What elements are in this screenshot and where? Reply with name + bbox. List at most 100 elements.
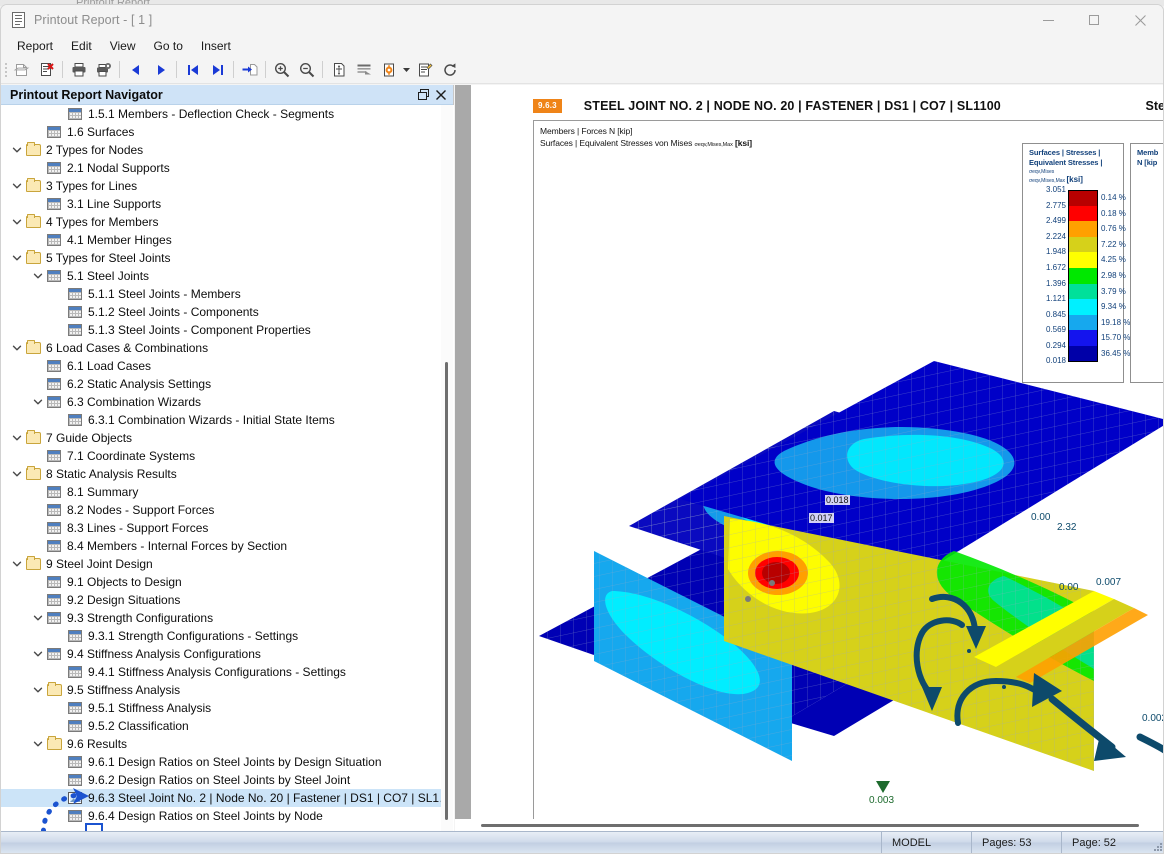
menu-report[interactable]: Report [8, 37, 62, 55]
tree-item[interactable]: 5 Types for Steel Joints [1, 249, 441, 267]
expander-open-icon[interactable] [9, 141, 25, 159]
print-icon[interactable] [66, 58, 91, 82]
zoom-out-icon[interactable] [294, 58, 319, 82]
tree-item[interactable]: 9.4 Stiffness Analysis Configurations [1, 645, 441, 663]
expander-open-icon[interactable] [9, 249, 25, 267]
navigator-close-button[interactable] [432, 87, 449, 103]
menu-view[interactable]: View [101, 37, 145, 55]
report-horizontal-scrollbar[interactable] [455, 819, 1163, 831]
report-horizontal-scrollbar-thumb[interactable] [481, 824, 1139, 827]
edit-report-icon[interactable] [412, 58, 437, 82]
navigator-scrollbar[interactable] [441, 105, 453, 837]
fit-page-icon[interactable] [326, 58, 351, 82]
maximize-icon [1089, 15, 1099, 25]
tree-item[interactable]: 6 Load Cases & Combinations [1, 339, 441, 357]
maximize-button[interactable] [1071, 5, 1117, 35]
report-settings-icon[interactable] [376, 58, 401, 82]
expander-open-icon[interactable] [9, 465, 25, 483]
tree-item[interactable]: 3 Types for Lines [1, 177, 441, 195]
page-setup-icon[interactable] [351, 58, 376, 82]
expander-open-icon[interactable] [30, 735, 46, 753]
tree-item[interactable]: 4 Types for Members [1, 213, 441, 231]
tree-item[interactable]: 9.5.2 Classification [1, 717, 441, 735]
tree-item[interactable]: 9.6.2 Design Ratios on Steel Joints by S… [1, 771, 441, 789]
tree-item[interactable]: 8.3 Lines - Support Forces [1, 519, 441, 537]
expander-open-icon[interactable] [30, 645, 46, 663]
tree-item[interactable]: 8.2 Nodes - Support Forces [1, 501, 441, 519]
minimize-button[interactable] [1025, 5, 1071, 35]
tree-item[interactable]: 9.3.1 Strength Configurations - Settings [1, 627, 441, 645]
tree-item[interactable]: 9.3 Strength Configurations [1, 609, 441, 627]
stress-scale-percent: 9.34 % [1101, 302, 1126, 312]
resize-grip-icon[interactable] [1151, 832, 1163, 854]
tree-item[interactable]: 4.1 Member Hinges [1, 231, 441, 249]
tree-item[interactable]: 5.1.3 Steel Joints - Component Propertie… [1, 321, 441, 339]
expander-open-icon[interactable] [9, 177, 25, 195]
menu-go-to[interactable]: Go to [145, 37, 192, 55]
print-settings-icon[interactable] [91, 58, 116, 82]
expander-placeholder [30, 231, 46, 249]
tree-item[interactable]: 5.1 Steel Joints [1, 267, 441, 285]
tree-item[interactable]: 2 Types for Nodes [1, 141, 441, 159]
stress-scale-row: 1.948 4.25 % [1023, 247, 1126, 268]
navigator-float-button[interactable] [415, 87, 432, 103]
stress-scale-value: 0.569 [1045, 325, 1066, 335]
tree-item[interactable]: 9.5.1 Stiffness Analysis [1, 699, 441, 717]
menu-insert[interactable]: Insert [192, 37, 240, 55]
tree-item[interactable]: 5.1.2 Steel Joints - Components [1, 303, 441, 321]
open-report-icon[interactable] [9, 58, 34, 82]
surface-value-tag: 0.017 [809, 513, 834, 523]
expander-open-icon[interactable] [30, 681, 46, 699]
delete-report-icon[interactable] [34, 58, 59, 82]
expander-open-icon[interactable] [9, 213, 25, 231]
stress-scale-swatch [1068, 252, 1098, 268]
tree-item-selected[interactable]: 9.6.3 Steel Joint No. 2 | Node No. 20 | … [1, 789, 451, 807]
tree-item[interactable]: 9.4.1 Stiffness Analysis Configurations … [1, 663, 441, 681]
close-button[interactable] [1117, 5, 1163, 35]
tree-item[interactable]: 6.3.1 Combination Wizards - Initial Stat… [1, 411, 441, 429]
tree-item[interactable]: 2.1 Nodal Supports [1, 159, 441, 177]
tree-item[interactable]: 9 Steel Joint Design [1, 555, 441, 573]
report-page-view[interactable]: 9.6.3 STEEL JOINT NO. 2 | NODE NO. 20 | … [455, 85, 1163, 837]
tree-item[interactable]: 8 Static Analysis Results [1, 465, 441, 483]
tree-item[interactable]: 3.1 Line Supports [1, 195, 441, 213]
expander-open-icon[interactable] [30, 267, 46, 285]
tree-item[interactable]: 7.1 Coordinate Systems [1, 447, 441, 465]
navigator-scrollbar-thumb[interactable] [445, 362, 448, 820]
tree-item[interactable]: 6.2 Static Analysis Settings [1, 375, 441, 393]
next-page-icon[interactable] [148, 58, 173, 82]
tree-item[interactable]: 1.6 Surfaces [1, 123, 441, 141]
folder-icon [25, 142, 41, 158]
stress-scale-swatch [1068, 345, 1098, 362]
first-page-icon[interactable] [180, 58, 205, 82]
last-page-icon[interactable] [205, 58, 230, 82]
tree-item-label: 9.6.1 Design Ratios on Steel Joints by D… [88, 755, 382, 769]
tree-item[interactable]: 1.5.1 Members - Deflection Check - Segme… [1, 105, 441, 123]
dropdown-arrow-icon[interactable] [401, 58, 412, 82]
tree-item[interactable]: 9.1 Objects to Design [1, 573, 441, 591]
refresh-icon[interactable] [437, 58, 462, 82]
tree-item[interactable]: 8.4 Members - Internal Forces by Section [1, 537, 441, 555]
expander-open-icon[interactable] [9, 429, 25, 447]
tree-item[interactable]: 8.1 Summary [1, 483, 441, 501]
previous-page-icon[interactable] [123, 58, 148, 82]
go-to-page-icon[interactable] [237, 58, 262, 82]
tree-item[interactable]: 9.2 Design Situations [1, 591, 441, 609]
tree-item[interactable]: 9.6.1 Design Ratios on Steel Joints by D… [1, 753, 441, 771]
stress-scale-row: 2.224 7.22 % [1023, 232, 1126, 253]
expander-open-icon[interactable] [9, 555, 25, 573]
expander-open-icon[interactable] [9, 339, 25, 357]
tree-item[interactable]: 7 Guide Objects [1, 429, 441, 447]
zoom-in-icon[interactable] [269, 58, 294, 82]
tree-item[interactable]: 6.1 Load Cases [1, 357, 441, 375]
tree-item[interactable]: 9.5 Stiffness Analysis [1, 681, 441, 699]
menu-bar: Report Edit View Go to Insert [1, 35, 1163, 56]
tree-item[interactable]: 9.6.4 Design Ratios on Steel Joints by N… [1, 807, 441, 825]
menu-edit[interactable]: Edit [62, 37, 101, 55]
tree-item[interactable]: 6.3 Combination Wizards [1, 393, 441, 411]
expander-open-icon[interactable] [30, 609, 46, 627]
navigator-tree[interactable]: 1.5.1 Members - Deflection Check - Segme… [1, 105, 454, 837]
tree-item[interactable]: 9.6 Results [1, 735, 441, 753]
expander-open-icon[interactable] [30, 393, 46, 411]
tree-item[interactable]: 5.1.1 Steel Joints - Members [1, 285, 441, 303]
